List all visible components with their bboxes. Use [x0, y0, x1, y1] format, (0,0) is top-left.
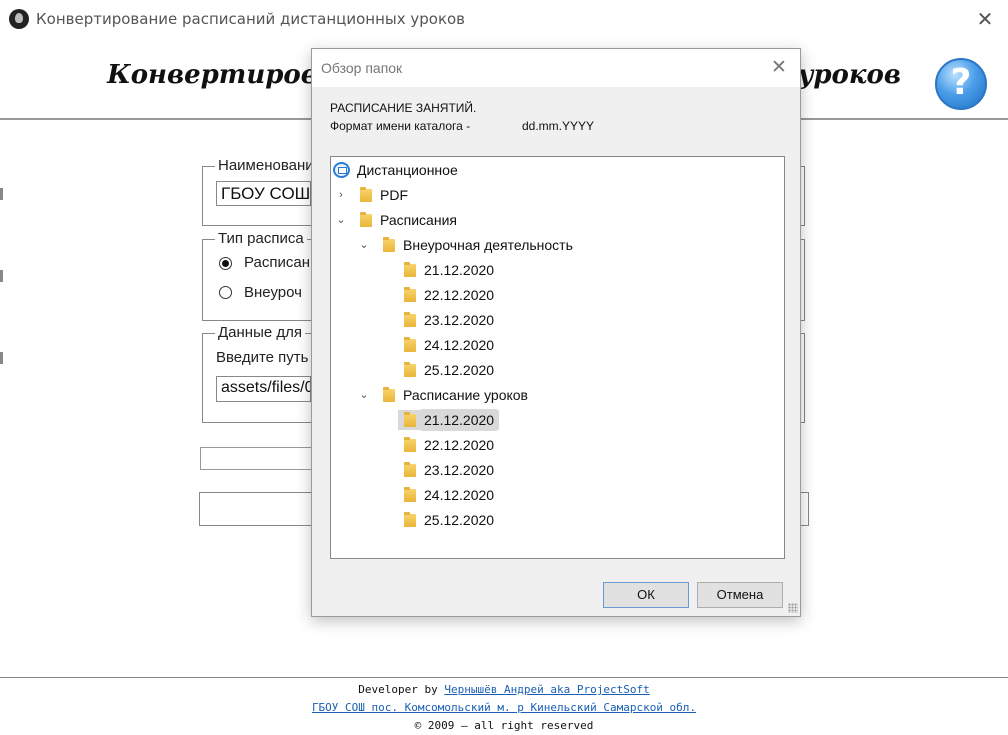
dialog-close-icon[interactable]: ✕ — [766, 55, 792, 81]
ok-button[interactable]: ОК — [603, 582, 689, 608]
dialog-title: Обзор папок — [321, 60, 403, 76]
footer: Developer by Чернышёв Андрей aka Project… — [0, 677, 1008, 732]
chevron-right-icon[interactable]: › — [335, 184, 347, 206]
school-line: ГБОУ СОШ пос. Комсомольский м. р Кинельс… — [0, 699, 1008, 717]
help-icon[interactable]: ? — [935, 58, 987, 110]
folder-icon — [404, 312, 416, 327]
tree-node-label: 25.12.2020 — [424, 362, 495, 378]
developer-link[interactable]: Чернышёв Андрей aka ProjectSoft — [444, 683, 649, 696]
tree-node-label: 24.12.2020 — [424, 487, 495, 503]
cancel-button[interactable]: Отмена — [697, 582, 783, 608]
path-label: Введите путь — [216, 349, 309, 366]
folder-icon — [404, 512, 416, 527]
dialog-title-bar: Обзор папок ✕ — [312, 49, 800, 87]
tree-node-label: Внеурочная деятельность — [403, 237, 573, 253]
chevron-down-icon[interactable]: ⌄ — [335, 209, 347, 231]
folder-icon — [404, 262, 416, 277]
schedule-radio[interactable] — [219, 257, 232, 270]
developer-line: Developer by Чернышёв Андрей aka Project… — [0, 681, 1008, 699]
dialog-description: РАСПИСАНИЕ ЗАНЯТИЙ. — [330, 101, 477, 115]
dialog-format-label: Формат имени каталога - — [330, 119, 471, 133]
extracurricular-radio[interactable] — [219, 286, 232, 299]
folder-icon — [404, 487, 416, 502]
tree-node-label: Расписания — [380, 212, 457, 228]
tree-node-label: Дистанционное — [357, 162, 458, 178]
page-heading-right: уроков — [797, 60, 901, 90]
school-group-legend: Наименовани — [215, 157, 317, 174]
chevron-down-icon[interactable]: ⌄ — [358, 384, 370, 406]
progress-bar — [200, 447, 312, 470]
school-input[interactable]: ГБОУ СОШ — [216, 181, 311, 206]
folder-icon — [404, 362, 416, 377]
window-title: Конвертирование расписаний дистанционных… — [36, 10, 466, 28]
tree-node-label: 21.12.2020 — [424, 262, 495, 278]
folder-icon — [404, 462, 416, 477]
tree-node-label: 25.12.2020 — [424, 512, 495, 528]
folder-icon — [404, 287, 416, 302]
tree-node-label: 21.12.2020 — [421, 409, 498, 431]
computer-icon — [333, 162, 350, 178]
school-link[interactable]: ГБОУ СОШ пос. Комсомольский м. р Кинельс… — [312, 701, 696, 714]
tree-node-label: 23.12.2020 — [424, 312, 495, 328]
folder-icon — [360, 212, 372, 227]
tree-node-label: 22.12.2020 — [424, 437, 495, 453]
path-input[interactable]: assets/files/0 — [216, 376, 311, 402]
data-group-legend: Данные для — [215, 324, 305, 341]
title-bar: Конвертирование расписаний дистанционных… — [0, 0, 1008, 38]
browse-folders-dialog: Обзор папок ✕ РАСПИСАНИЕ ЗАНЯТИЙ. Формат… — [311, 48, 801, 617]
edge-marker — [0, 352, 3, 364]
tree-node-label: Расписание уроков — [403, 387, 528, 403]
tree-node-label: 22.12.2020 — [424, 287, 495, 303]
schedule-radio-label: Расписан — [244, 254, 310, 271]
folder-icon — [360, 187, 372, 202]
developer-prefix: Developer by — [358, 683, 438, 696]
tree-node-label: 24.12.2020 — [424, 337, 495, 353]
chevron-down-icon[interactable]: ⌄ — [358, 234, 370, 256]
tree-node-label: 23.12.2020 — [424, 462, 495, 478]
page-heading-left: Конвертиров — [107, 60, 318, 90]
extracurricular-radio-label: Внеуроч — [244, 284, 302, 301]
folder-icon — [404, 412, 416, 427]
folder-icon — [404, 337, 416, 352]
folder-icon — [404, 437, 416, 452]
schedule-type-legend: Тип расписа — [215, 230, 307, 247]
dialog-format-value: dd.mm.YYYY — [522, 119, 595, 133]
resize-grip-icon[interactable] — [788, 603, 798, 613]
copyright: © 2009 – all right reserved — [414, 719, 594, 732]
folder-tree[interactable]: Дистанционное › PDF ⌄ Расписания ⌄ Внеур… — [330, 156, 785, 559]
tree-node-label: PDF — [380, 187, 408, 203]
dialog-format-line: Формат имени каталога - dd.mm.YYYY — [330, 119, 594, 133]
edge-marker — [0, 270, 3, 282]
folder-icon — [383, 237, 395, 252]
folder-icon — [383, 387, 395, 402]
close-icon[interactable]: ✕ — [970, 6, 1000, 32]
app-icon — [9, 9, 29, 29]
edge-marker — [0, 188, 3, 200]
